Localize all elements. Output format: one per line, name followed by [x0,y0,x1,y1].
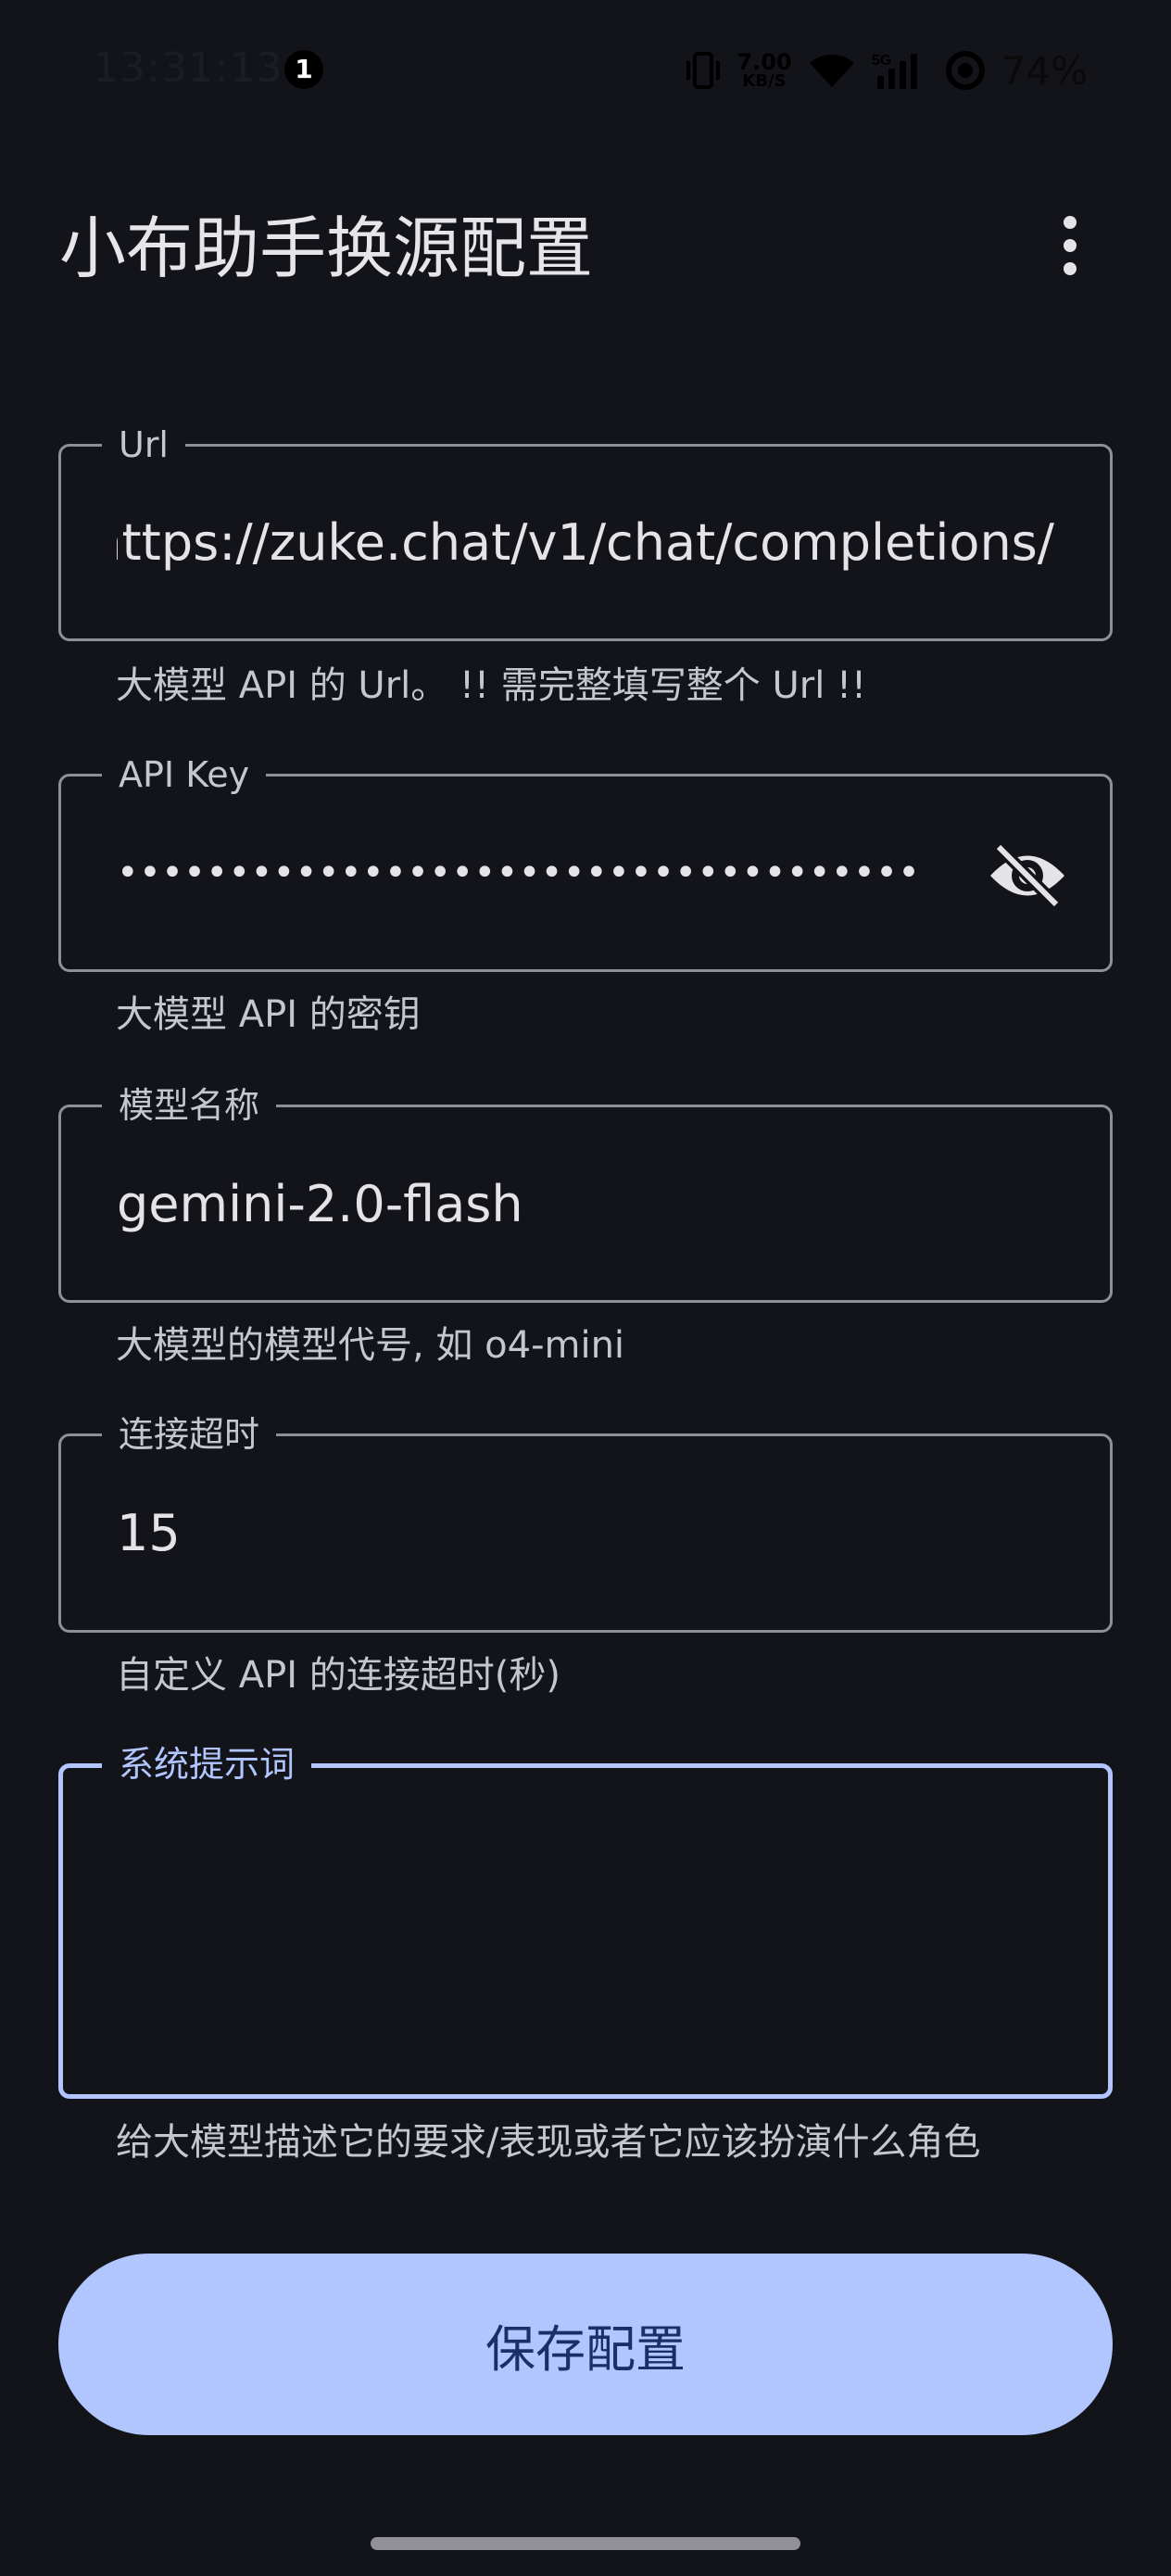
save-config-button[interactable]: 保存配置 [58,2254,1113,2435]
status-icons: 7.00 KB/S 5G 74% [685,44,1088,96]
network-speed-unit: KB/S [742,71,787,91]
visibility-off-icon[interactable] [986,841,1069,910]
api-key-field[interactable]: API Key ••••••••••••••••••••••••••••••••… [58,754,1113,972]
more-options-button[interactable] [1047,208,1093,283]
network-speed: 7.00 KB/S [737,51,791,90]
cellular-signal-icon: 5G [872,53,917,89]
page-title: 小布助手换源配置 [59,209,594,287]
home-indicator[interactable] [371,2537,800,2550]
url-field[interactable]: Url https://zuke.chat/v1/chat/completion… [58,424,1113,641]
system-prompt-field[interactable]: 系统提示词 [58,1744,1113,2099]
wifi-icon [809,54,854,87]
battery-ring-icon [945,51,985,90]
url-input[interactable]: https://zuke.chat/v1/chat/completions/ [117,447,1054,638]
network-speed-value: 7.00 [737,49,792,75]
timeout-helper-text: 自定义 API 的连接超时(秒) [116,1654,560,1697]
api-key-helper-text: 大模型 API 的密钥 [116,993,421,1036]
more-vert-icon-dot [1064,239,1077,252]
network-type-label: 5G [872,53,891,69]
timeout-input[interactable]: 15 [117,1436,1054,1630]
model-name-helper-text: 大模型的模型代号, 如 o4-mini [116,1324,625,1367]
api-key-input[interactable]: •••••••••••••••••••••••••••••••••••••••• [117,777,925,969]
vibrate-icon [686,52,721,89]
system-prompt-input[interactable] [119,1768,1052,2094]
status-time: 13:31:13 [93,44,283,92]
more-vert-icon [1064,216,1077,229]
model-name-input[interactable]: gemini-2.0-flash [117,1107,1054,1300]
url-helper-text: 大模型 API 的 Url。 !! 需完整填写整个 Url !! [116,664,867,707]
timeout-field[interactable]: 连接超时 15 [58,1414,1113,1633]
more-vert-icon-dot [1064,262,1077,275]
model-name-field[interactable]: 模型名称 gemini-2.0-flash [58,1085,1113,1303]
notification-badge: 1 [284,50,323,89]
battery-percent: 74% [1001,47,1088,94]
system-prompt-helper-text: 给大模型描述它的要求/表现或者它应该扮演什么角色 [116,2121,981,2164]
status-bar: 13:31:13 1 7.00 KB/S 5G 74% [0,0,1171,139]
